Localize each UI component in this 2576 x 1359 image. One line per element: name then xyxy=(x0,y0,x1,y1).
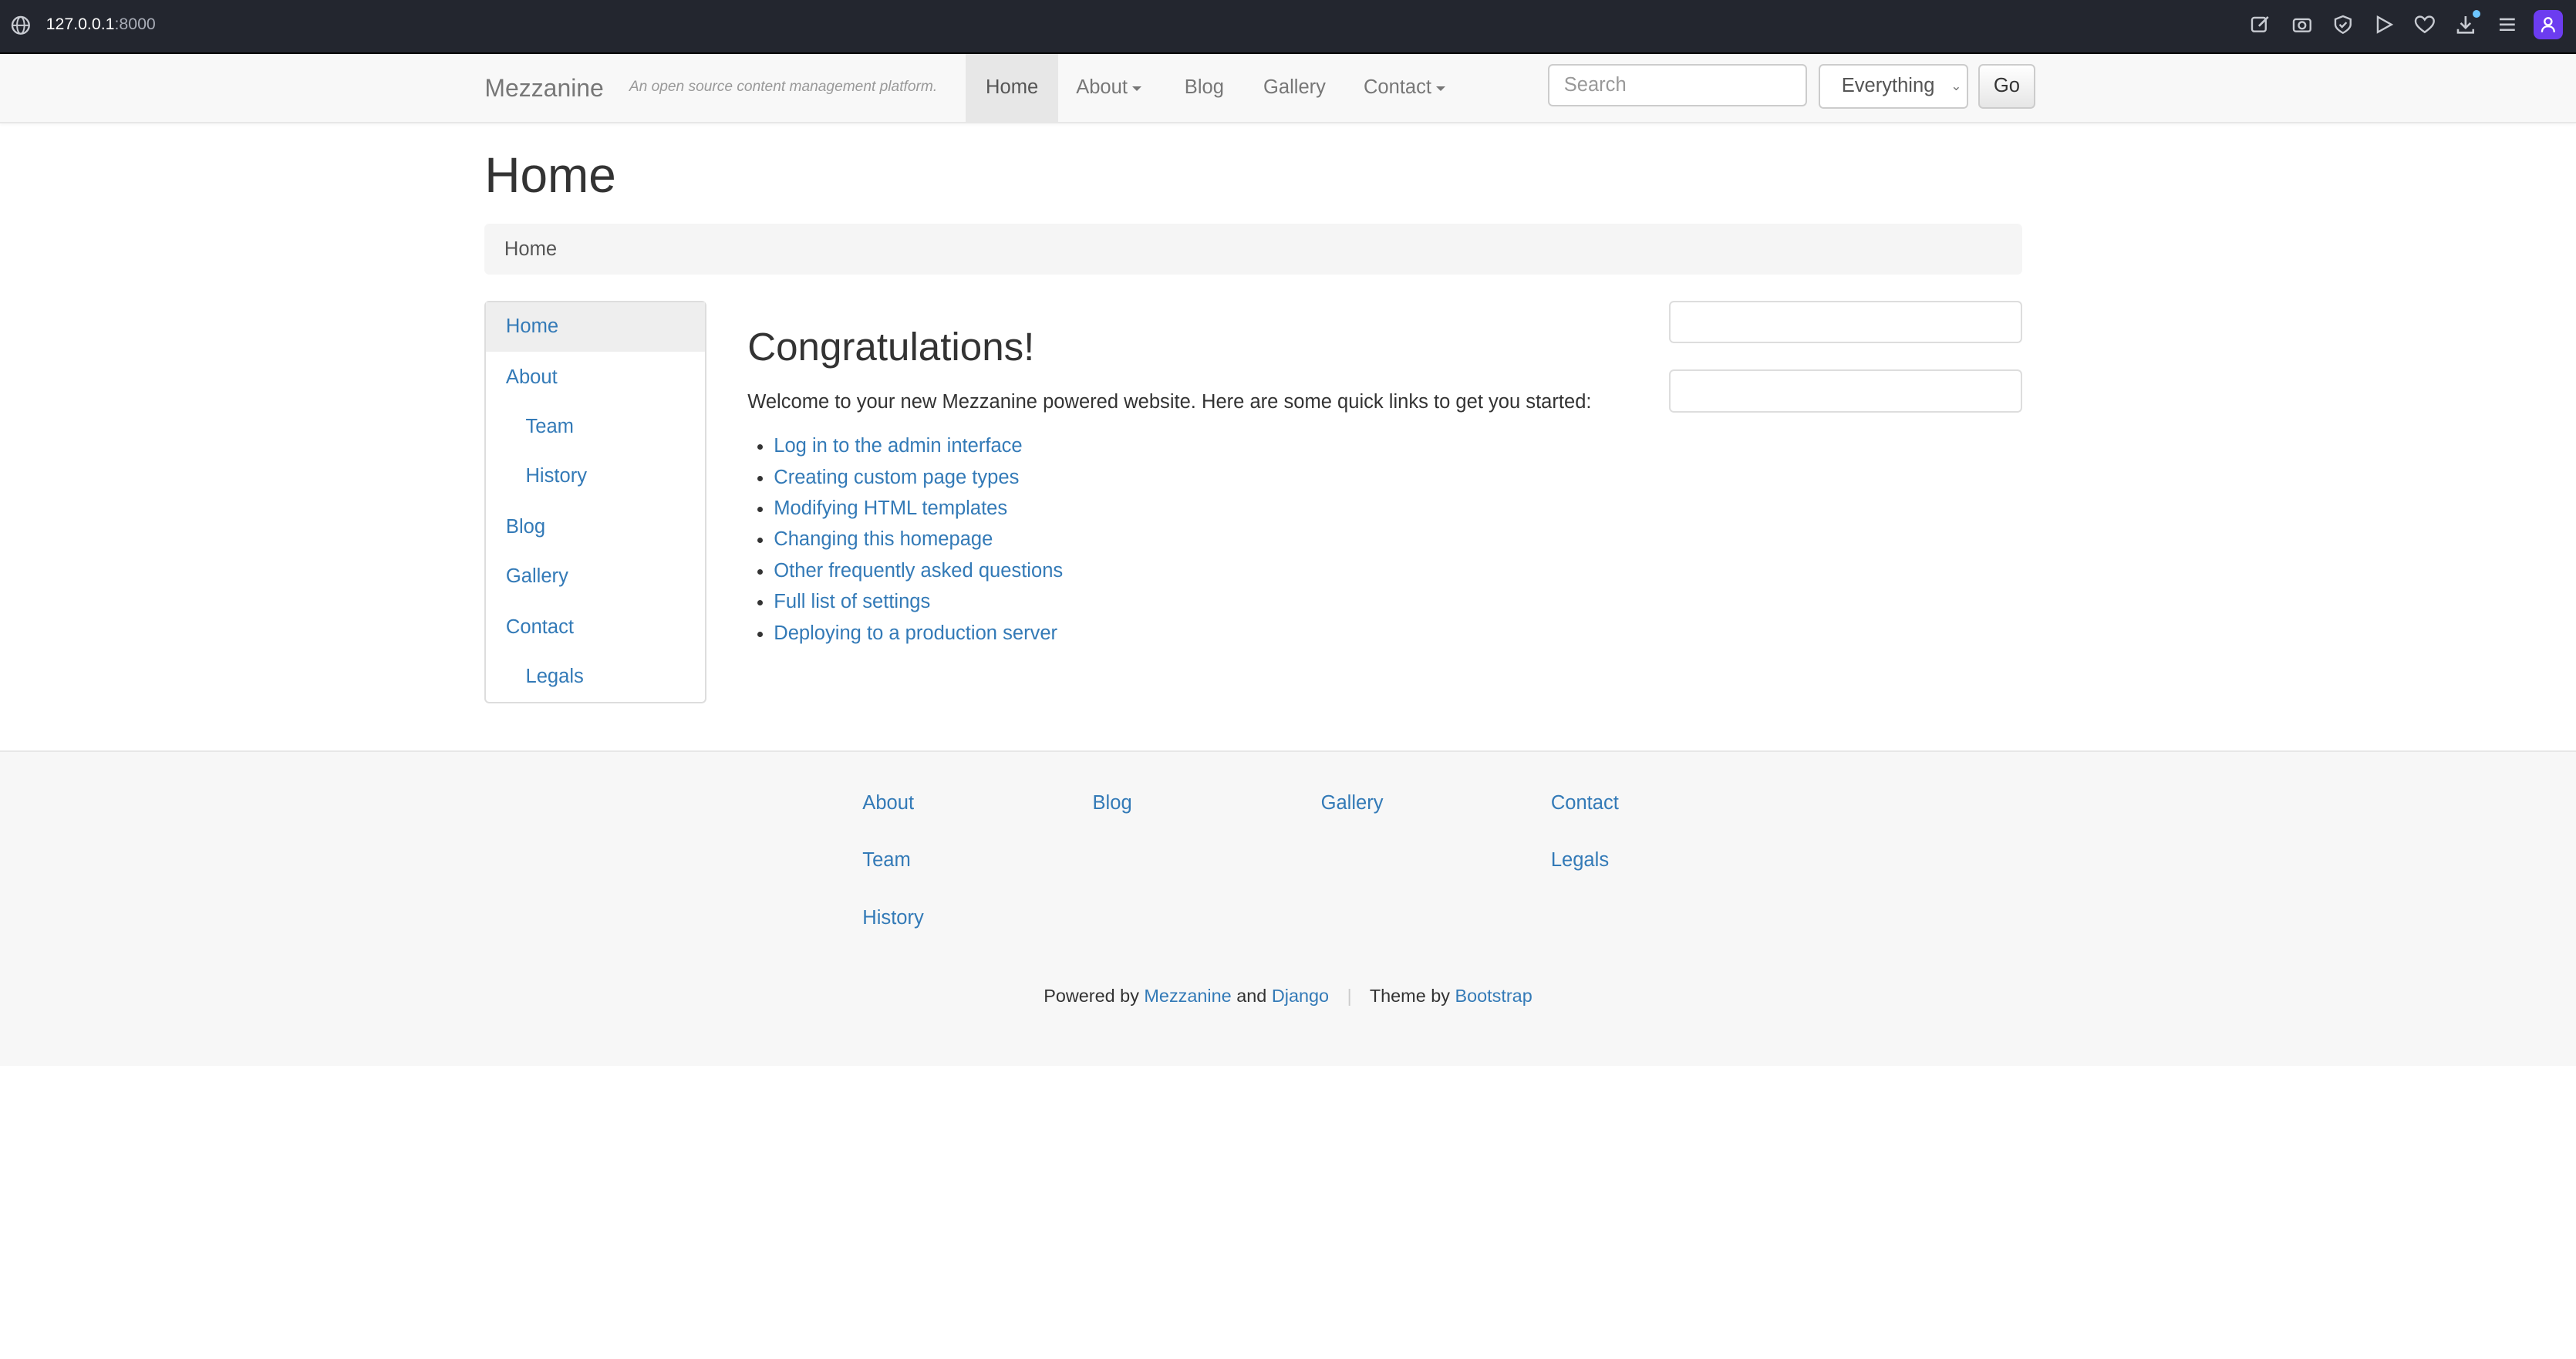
footer-link-contact[interactable]: Contact xyxy=(1551,792,1619,814)
site-footer: About Team History Blog Gallery Contact … xyxy=(0,750,2576,1067)
list-item: Deploying to a production server xyxy=(774,618,1063,649)
mezzanine-link[interactable]: Mezzanine xyxy=(1144,986,1231,1006)
heart-icon[interactable] xyxy=(2410,10,2439,39)
site-navbar: Mezzanine An open source content managem… xyxy=(0,54,2576,123)
chevron-down-icon: ⌄ xyxy=(1951,79,1962,94)
intro-text: Welcome to your new Mezzanine powered we… xyxy=(747,390,1592,413)
download-icon[interactable] xyxy=(2451,9,2481,39)
nav-blog[interactable]: Blog xyxy=(1165,54,1243,121)
quick-link[interactable]: Modifying HTML templates xyxy=(774,497,1007,519)
shield-icon[interactable] xyxy=(2328,10,2357,39)
nav-gallery-label: Gallery xyxy=(1263,76,1326,99)
url-host: 127.0.0.1 xyxy=(46,15,115,34)
footer-link-blog[interactable]: Blog xyxy=(1093,792,1132,814)
menu-icon[interactable] xyxy=(2492,10,2521,39)
list-item: Modifying HTML templates xyxy=(774,493,1063,524)
quick-link[interactable]: Other frequently asked questions xyxy=(774,560,1063,582)
caret-down-icon xyxy=(1436,86,1446,91)
caret-down-icon xyxy=(1132,86,1142,91)
nav-contact-label: Contact xyxy=(1363,76,1431,99)
left-nav-item-home[interactable]: Home xyxy=(486,302,705,352)
main-heading: Congratulations! xyxy=(747,324,1035,369)
breadcrumb-item: Home xyxy=(504,238,558,260)
nav-contact-dropdown[interactable]: Contact xyxy=(1344,54,1465,121)
edit-icon[interactable] xyxy=(2246,10,2275,39)
quick-link[interactable]: Log in to the admin interface xyxy=(774,435,1022,457)
quick-links-list: Log in to the admin interface Creating c… xyxy=(747,430,1063,649)
and-text: and xyxy=(1236,985,1267,1006)
list-item: Full list of settings xyxy=(774,586,1063,617)
nav-about-label: About xyxy=(1076,76,1128,99)
powered-by-text: Powered by xyxy=(1044,985,1139,1006)
play-icon[interactable] xyxy=(2369,10,2399,39)
quick-link[interactable]: Full list of settings xyxy=(774,591,930,612)
footer-link-legals[interactable]: Legals xyxy=(1551,849,1609,872)
list-item: Other frequently asked questions xyxy=(774,555,1063,586)
search-scope-select[interactable]: Everything ⌄ xyxy=(1819,64,1968,109)
footer-link-history[interactable]: History xyxy=(862,907,924,929)
left-nav-item-gallery[interactable]: Gallery xyxy=(486,552,704,602)
nav-home[interactable]: Home xyxy=(966,54,1058,122)
theme-by-text: Theme by xyxy=(1369,985,1450,1006)
django-link[interactable]: Django xyxy=(1272,986,1329,1006)
site-tagline: An open source content management platfo… xyxy=(629,79,938,96)
left-nav-panel: Home About Team History Blog Gallery Con… xyxy=(484,300,706,703)
site-brand[interactable]: Mezzanine xyxy=(484,74,603,103)
nav-gallery[interactable]: Gallery xyxy=(1243,54,1345,121)
footer-credits: Powered by Mezzanine and Django | Theme … xyxy=(0,986,2576,1007)
nav-home-label: Home xyxy=(986,76,1039,99)
footer-link-gallery[interactable]: Gallery xyxy=(1321,792,1384,814)
camera-icon[interactable] xyxy=(2287,10,2316,39)
bootstrap-link[interactable]: Bootstrap xyxy=(1455,986,1532,1006)
footer-link-team[interactable]: Team xyxy=(862,849,910,872)
search-go-button[interactable]: Go xyxy=(1978,64,2036,109)
list-item: Creating custom page types xyxy=(774,462,1063,493)
footer-link-about[interactable]: About xyxy=(862,792,914,814)
list-item: Changing this homepage xyxy=(774,524,1063,555)
search-input[interactable] xyxy=(1547,64,1808,107)
breadcrumb: Home xyxy=(484,223,2023,275)
sidebar-panel xyxy=(1669,300,2023,344)
left-nav-item-contact[interactable]: Contact xyxy=(486,603,704,653)
search-scope-value: Everything xyxy=(1841,75,1935,97)
left-nav-item-blog[interactable]: Blog xyxy=(486,503,704,552)
browser-toolbar: 127.0.0.1:8000 xyxy=(0,0,2576,55)
divider: | xyxy=(1347,985,1352,1006)
url-port: :8000 xyxy=(114,15,156,34)
left-nav-item-team[interactable]: Team xyxy=(486,403,704,452)
address-bar[interactable]: 127.0.0.1:8000 xyxy=(46,15,156,34)
globe-icon xyxy=(10,15,32,36)
left-nav-item-about[interactable]: About xyxy=(486,353,704,403)
quick-link[interactable]: Deploying to a production server xyxy=(774,622,1057,644)
quick-link[interactable]: Changing this homepage xyxy=(774,528,993,550)
quick-link[interactable]: Creating custom page types xyxy=(774,467,1019,488)
left-nav-item-legals[interactable]: Legals xyxy=(486,653,704,702)
sidebar-panel xyxy=(1669,369,2023,413)
left-nav-item-history[interactable]: History xyxy=(486,452,704,501)
page-title: Home xyxy=(484,147,616,203)
list-item: Log in to the admin interface xyxy=(774,430,1063,461)
profile-icon[interactable] xyxy=(2533,9,2563,40)
nav-blog-label: Blog xyxy=(1184,76,1224,99)
nav-about-dropdown[interactable]: About xyxy=(1057,54,1162,121)
